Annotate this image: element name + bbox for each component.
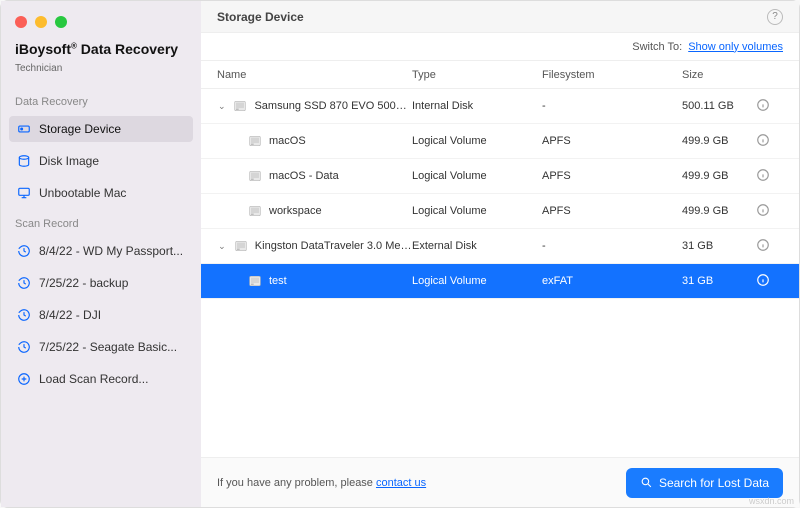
table-row[interactable]: test Logical VolumeexFAT31 GB bbox=[201, 264, 799, 299]
row-filesystem: - bbox=[542, 100, 682, 112]
table-row[interactable]: ⌄ Samsung SSD 870 EVO 500GB...Internal Di… bbox=[201, 89, 799, 124]
row-name: test bbox=[269, 275, 287, 287]
maximize-window-button[interactable] bbox=[55, 16, 67, 28]
drive-icon bbox=[233, 238, 249, 254]
drive-icon bbox=[247, 168, 263, 184]
sidebar-item-label: Storage Device bbox=[39, 122, 121, 136]
switch-label: Switch To: bbox=[632, 41, 682, 53]
info-icon[interactable] bbox=[755, 237, 771, 253]
watermark: wsxdn.com bbox=[749, 496, 794, 506]
col-size[interactable]: Size bbox=[682, 69, 755, 81]
row-type: Logical Volume bbox=[412, 135, 542, 147]
app-subtitle: Technician bbox=[9, 63, 193, 84]
app-title: iBoysoft® Data Recovery bbox=[9, 37, 193, 57]
switch-bar: Switch To: Show only volumes bbox=[201, 33, 799, 61]
contact-link[interactable]: contact us bbox=[376, 477, 426, 489]
history-icon bbox=[17, 308, 31, 322]
history-icon bbox=[17, 244, 31, 258]
row-size: 499.9 GB bbox=[682, 135, 755, 147]
row-name: Kingston DataTraveler 3.0 Media bbox=[255, 240, 412, 252]
search-for-lost-data-button[interactable]: Search for Lost Data bbox=[626, 468, 783, 498]
sidebar-item-scan-1[interactable]: 8/4/22 - WD My Passport... bbox=[9, 238, 193, 264]
info-icon[interactable] bbox=[755, 202, 771, 218]
main-panel: Storage Device ? Switch To: Show only vo… bbox=[201, 1, 799, 507]
table-row[interactable]: ⌄ Kingston DataTraveler 3.0 MediaExternal… bbox=[201, 229, 799, 264]
row-filesystem: - bbox=[542, 240, 682, 252]
sidebar-item-label: 7/25/22 - Seagate Basic... bbox=[39, 340, 177, 354]
row-type: Logical Volume bbox=[412, 275, 542, 287]
row-filesystem: APFS bbox=[542, 135, 682, 147]
footer: If you have any problem, please contact … bbox=[201, 457, 799, 507]
minimize-window-button[interactable] bbox=[35, 16, 47, 28]
table-row[interactable]: macOS - Data Logical VolumeAPFS499.9 GB bbox=[201, 159, 799, 194]
sidebar-item-scan-3[interactable]: 8/4/22 - DJI bbox=[9, 302, 193, 328]
row-name: workspace bbox=[269, 205, 322, 217]
row-name: Samsung SSD 870 EVO 500GB... bbox=[254, 100, 412, 112]
app-window: iBoysoft® Data Recovery Technician Data … bbox=[1, 1, 799, 507]
row-size: 499.9 GB bbox=[682, 205, 755, 217]
sidebar-item-load-scan[interactable]: Load Scan Record... bbox=[9, 366, 193, 392]
sidebar-section-scan-record: Scan Record bbox=[9, 212, 193, 232]
history-icon bbox=[17, 340, 31, 354]
monitor-icon bbox=[17, 186, 31, 200]
row-type: Logical Volume bbox=[412, 205, 542, 217]
row-size: 500.11 GB bbox=[682, 100, 755, 112]
row-size: 499.9 GB bbox=[682, 170, 755, 182]
sidebar-item-label: 7/25/22 - backup bbox=[39, 276, 128, 290]
sidebar-item-scan-4[interactable]: 7/25/22 - Seagate Basic... bbox=[9, 334, 193, 360]
row-name: macOS - Data bbox=[269, 170, 339, 182]
sidebar-section-data-recovery: Data Recovery bbox=[9, 90, 193, 110]
row-name: macOS bbox=[269, 135, 306, 147]
app-body: iBoysoft® Data Recovery Technician Data … bbox=[1, 1, 799, 507]
info-icon[interactable] bbox=[755, 132, 771, 148]
sidebar-item-scan-2[interactable]: 7/25/22 - backup bbox=[9, 270, 193, 296]
window-controls bbox=[15, 16, 67, 28]
drive-icon bbox=[17, 122, 31, 136]
drive-icon bbox=[247, 133, 263, 149]
switch-link[interactable]: Show only volumes bbox=[688, 41, 783, 53]
drive-icon bbox=[247, 273, 263, 289]
info-icon[interactable] bbox=[755, 272, 771, 288]
drive-icon bbox=[232, 98, 248, 114]
page-title: Storage Device bbox=[217, 10, 304, 24]
search-icon bbox=[640, 476, 653, 489]
plus-circle-icon bbox=[17, 372, 31, 386]
row-size: 31 GB bbox=[682, 275, 755, 287]
sidebar-item-label: 8/4/22 - DJI bbox=[39, 308, 101, 322]
footer-text: If you have any problem, please contact … bbox=[217, 477, 426, 489]
table-body: ⌄ Samsung SSD 870 EVO 500GB...Internal Di… bbox=[201, 89, 799, 457]
row-type: Logical Volume bbox=[412, 170, 542, 182]
col-name[interactable]: Name bbox=[217, 69, 412, 81]
sidebar-item-unbootable-mac[interactable]: Unbootable Mac bbox=[9, 180, 193, 206]
chevron-down-icon[interactable]: ⌄ bbox=[217, 241, 227, 252]
sidebar-item-disk-image[interactable]: Disk Image bbox=[9, 148, 193, 174]
row-type: Internal Disk bbox=[412, 100, 542, 112]
header: Storage Device ? bbox=[201, 1, 799, 33]
sidebar-item-label: Disk Image bbox=[39, 154, 99, 168]
col-type[interactable]: Type bbox=[412, 69, 542, 81]
row-filesystem: APFS bbox=[542, 170, 682, 182]
col-filesystem[interactable]: Filesystem bbox=[542, 69, 682, 81]
sidebar-item-label: 8/4/22 - WD My Passport... bbox=[39, 244, 183, 258]
drive-icon bbox=[247, 203, 263, 219]
close-window-button[interactable] bbox=[15, 16, 27, 28]
row-size: 31 GB bbox=[682, 240, 755, 252]
table-row[interactable]: workspace Logical VolumeAPFS499.9 GB bbox=[201, 194, 799, 229]
table-row[interactable]: macOS Logical VolumeAPFS499.9 GB bbox=[201, 124, 799, 159]
history-icon bbox=[17, 276, 31, 290]
chevron-down-icon[interactable]: ⌄ bbox=[217, 101, 226, 112]
sidebar-item-label: Unbootable Mac bbox=[39, 186, 126, 200]
sidebar-item-storage-device[interactable]: Storage Device bbox=[9, 116, 193, 142]
sidebar-item-label: Load Scan Record... bbox=[39, 372, 148, 386]
row-type: External Disk bbox=[412, 240, 542, 252]
info-icon[interactable] bbox=[755, 97, 771, 113]
sidebar: iBoysoft® Data Recovery Technician Data … bbox=[1, 1, 201, 507]
info-icon[interactable] bbox=[755, 167, 771, 183]
help-button[interactable]: ? bbox=[767, 9, 783, 25]
row-filesystem: APFS bbox=[542, 205, 682, 217]
row-filesystem: exFAT bbox=[542, 275, 682, 287]
disk-image-icon bbox=[17, 154, 31, 168]
table-header: Name Type Filesystem Size bbox=[201, 61, 799, 89]
